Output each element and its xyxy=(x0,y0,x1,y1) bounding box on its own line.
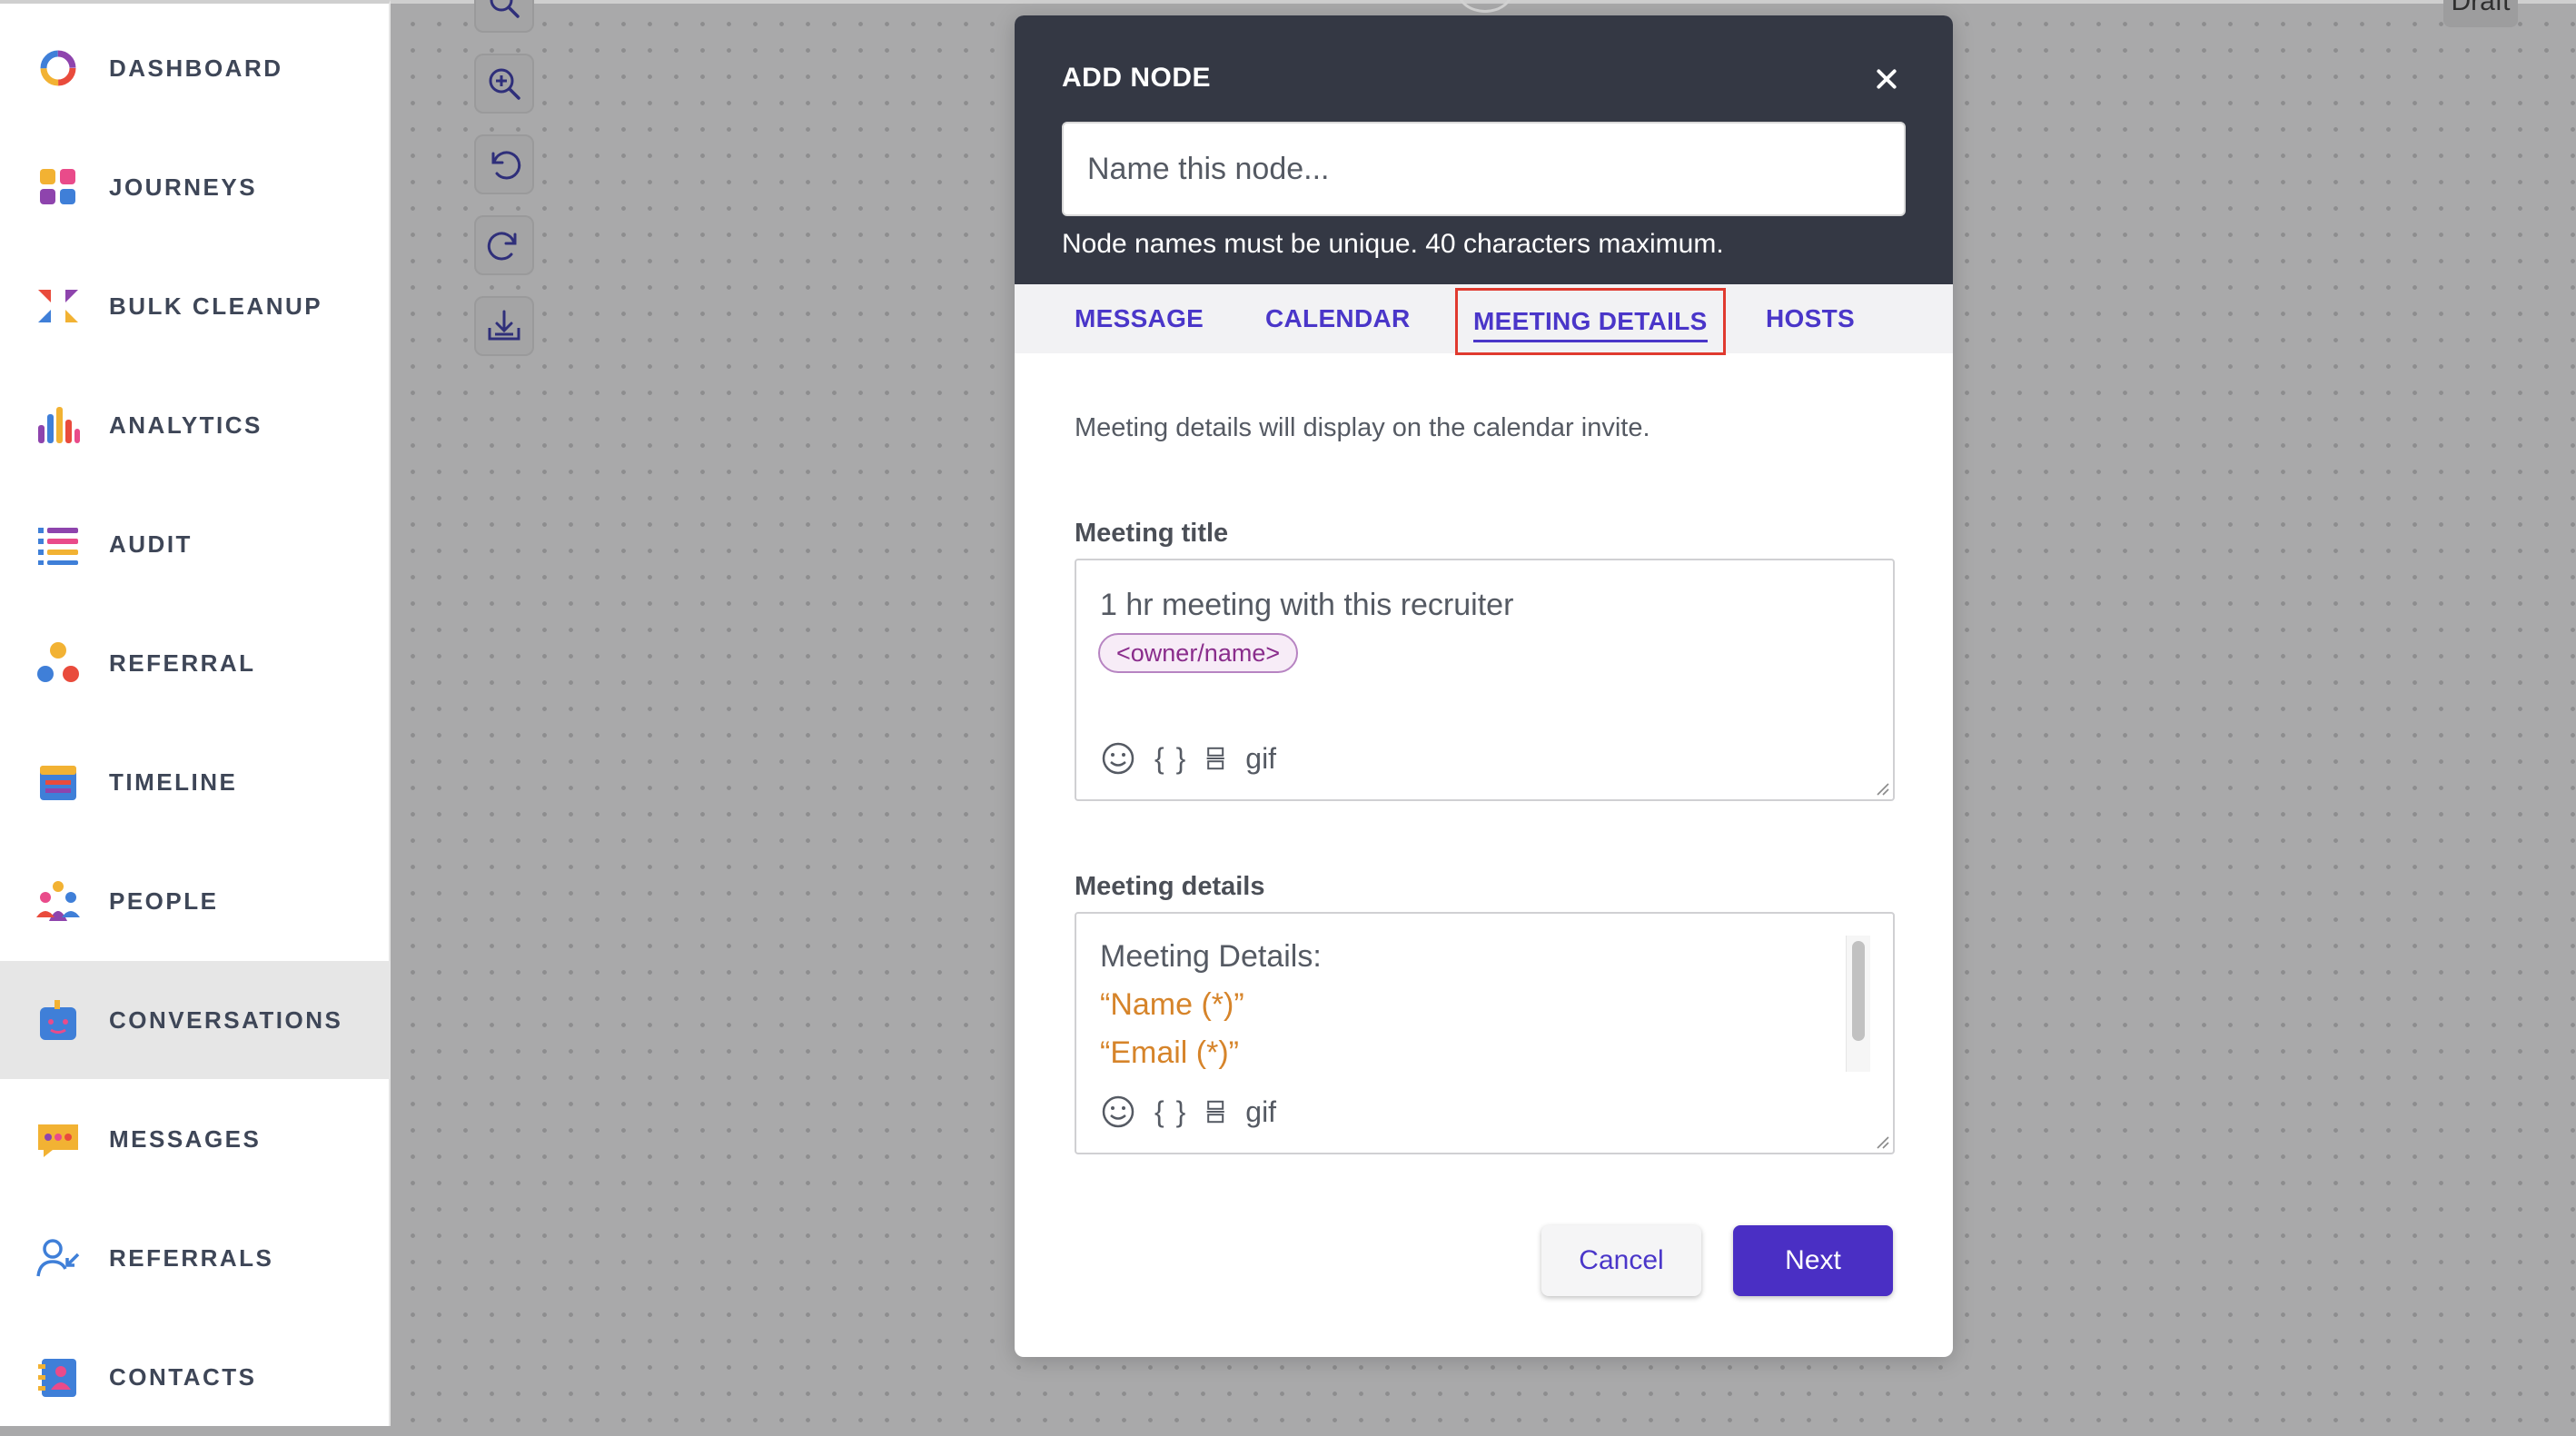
sidebar-item-label: CONTACTS xyxy=(109,1362,257,1391)
sidebar-item-label: TIMELINE xyxy=(109,768,238,796)
emoji-button[interactable] xyxy=(1100,1094,1136,1130)
emoji-icon xyxy=(1102,742,1134,775)
close-button[interactable] xyxy=(1870,63,1903,95)
resize-grip-icon[interactable] xyxy=(1873,779,1889,796)
meeting-title-label: Meeting title xyxy=(1075,519,1229,548)
sidebar-item-conversations[interactable]: CONVERSATIONS xyxy=(0,961,391,1079)
next-button[interactable]: Next xyxy=(1733,1225,1893,1296)
sidebar-item-label: JOURNEYS xyxy=(109,173,258,201)
undo-button[interactable] xyxy=(474,134,534,194)
download-button[interactable] xyxy=(474,296,534,356)
search-icon xyxy=(490,0,520,18)
meeting-details-scrollbar[interactable] xyxy=(1846,936,1870,1072)
snippet-icon xyxy=(1206,1100,1225,1124)
referrals-person-icon xyxy=(35,1234,82,1282)
add-node-modal: ADD NODE Node names must be unique. 40 c… xyxy=(1015,15,1953,1357)
sidebar-item-label: PEOPLE xyxy=(109,886,219,915)
audit-list-icon xyxy=(35,520,82,568)
meeting-details-editor[interactable]: Meeting Details: “Name (*)” “Email (*)” … xyxy=(1075,912,1895,1154)
sidebar-item-timeline[interactable]: TIMELINE xyxy=(0,723,391,841)
tab-hosts[interactable]: HOSTS xyxy=(1766,284,1855,353)
meeting-details-email-token: “Email (*)” xyxy=(1100,1035,1239,1070)
tab-meeting-details[interactable]: MEETING DETAILS xyxy=(1455,288,1726,355)
bulk-cleanup-arrows-icon xyxy=(35,282,82,330)
tab-meeting-details-label: MEETING DETAILS xyxy=(1473,301,1708,342)
redo-button[interactable] xyxy=(474,215,534,275)
sidebar-item-label: REFERRALS xyxy=(109,1243,274,1272)
sidebar-item-label: ANALYTICS xyxy=(109,411,263,439)
meeting-details-line-1: Meeting Details: xyxy=(1100,939,1322,974)
modal-header: ADD NODE Node names must be unique. 40 c… xyxy=(1015,15,1953,284)
gif-button[interactable]: gif xyxy=(1245,742,1276,776)
owner-name-token[interactable]: <owner/name> xyxy=(1098,633,1299,673)
sidebar-item-audit[interactable]: AUDIT xyxy=(0,485,391,603)
sidebar-item-referral[interactable]: REFERRAL xyxy=(0,604,391,722)
tab-message[interactable]: MESSAGE xyxy=(1075,284,1204,353)
sidebar-item-label: REFERRAL xyxy=(109,649,256,677)
sidebar-item-dashboard[interactable]: DASHBOARD xyxy=(0,9,391,127)
sidebar-item-label: CONVERSATIONS xyxy=(109,1005,343,1034)
sidebar-item-label: BULK CLEANUP xyxy=(109,292,323,320)
sidebar-item-analytics[interactable]: ANALYTICS xyxy=(0,366,391,484)
sidebar-item-people[interactable]: PEOPLE xyxy=(0,842,391,960)
messages-bubble-icon xyxy=(35,1115,82,1163)
timeline-calendar-icon xyxy=(35,758,82,806)
meeting-title-toolbar: { } gif xyxy=(1100,740,1276,777)
conversations-bot-icon xyxy=(35,996,82,1044)
dashboard-ring-icon xyxy=(35,45,82,92)
insert-variable-button[interactable]: { } xyxy=(1154,1095,1187,1129)
analytics-bars-icon xyxy=(35,401,82,449)
resize-grip-icon[interactable] xyxy=(1873,1133,1889,1149)
sidebar-item-label: DASHBOARD xyxy=(109,54,283,82)
sidebar-item-bulk-cleanup[interactable]: BULK CLEANUP xyxy=(0,247,391,365)
node-name-hint: Node names must be unique. 40 characters… xyxy=(1062,229,1724,259)
close-icon xyxy=(1877,69,1897,89)
sidebar: DASHBOARD JOURNEYS BULK CLEANUP ANALYTIC… xyxy=(0,0,391,1426)
zoom-in-button[interactable] xyxy=(474,54,534,114)
node-name-input[interactable] xyxy=(1062,122,1906,216)
sidebar-item-journeys[interactable]: JOURNEYS xyxy=(0,128,391,246)
redo-icon xyxy=(487,232,517,261)
meeting-details-name-token: “Name (*)” xyxy=(1100,987,1244,1022)
insert-variable-button[interactable]: { } xyxy=(1154,742,1187,776)
modal-tabs: MESSAGE CALENDAR MEETING DETAILS HOSTS xyxy=(1015,284,1953,355)
sidebar-item-label: MESSAGES xyxy=(109,1124,262,1153)
insert-snippet-button[interactable] xyxy=(1205,1096,1227,1127)
meeting-title-text: 1 hr meeting with this recruiter xyxy=(1100,588,1514,622)
tab-calendar[interactable]: CALENDAR xyxy=(1265,284,1411,353)
modal-title: ADD NODE xyxy=(1062,63,1212,93)
sidebar-item-label: AUDIT xyxy=(109,530,193,558)
gif-button[interactable]: gif xyxy=(1245,1095,1276,1129)
download-icon xyxy=(488,310,520,341)
people-group-icon xyxy=(35,877,82,925)
contacts-book-icon xyxy=(35,1353,82,1401)
sidebar-item-messages[interactable]: MESSAGES xyxy=(0,1080,391,1198)
sidebar-item-referrals[interactable]: REFERRALS xyxy=(0,1199,391,1317)
zoom-in-icon xyxy=(489,68,520,100)
meeting-title-editor[interactable]: 1 hr meeting with this recruiter <owner/… xyxy=(1075,559,1895,801)
referral-nodes-icon xyxy=(35,639,82,687)
scrollbar-thumb[interactable] xyxy=(1852,941,1865,1041)
cancel-button[interactable]: Cancel xyxy=(1541,1225,1701,1296)
snippet-icon xyxy=(1206,747,1225,770)
sidebar-item-contacts[interactable]: CONTACTS xyxy=(0,1318,391,1436)
insert-snippet-button[interactable] xyxy=(1205,743,1227,774)
meeting-details-label: Meeting details xyxy=(1075,872,1265,901)
meeting-details-toolbar: { } gif xyxy=(1100,1094,1276,1130)
search-tool-button[interactable] xyxy=(474,0,534,33)
journeys-grid-icon xyxy=(35,163,82,211)
emoji-icon xyxy=(1102,1095,1134,1128)
draft-badge: Draft xyxy=(2443,0,2518,27)
emoji-button[interactable] xyxy=(1100,740,1136,777)
meeting-details-description: Meeting details will display on the cale… xyxy=(1075,413,1650,442)
undo-icon xyxy=(491,151,521,180)
